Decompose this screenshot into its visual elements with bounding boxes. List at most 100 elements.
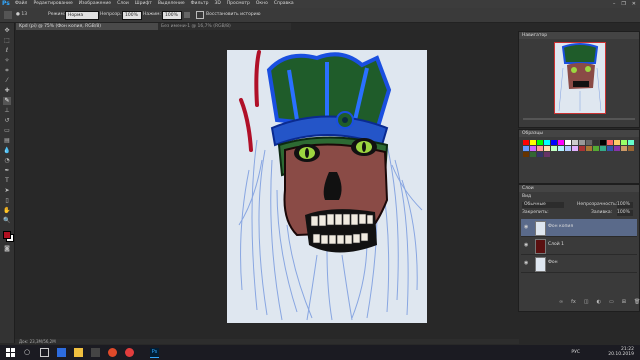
adjustment-layer-icon[interactable]: ◐ (597, 299, 601, 305)
language-indicator[interactable]: РУС (571, 350, 580, 355)
menu-item[interactable]: Просмотр (227, 0, 250, 8)
menu-item[interactable]: Изображение (79, 0, 111, 8)
firefox-icon[interactable] (108, 348, 117, 357)
color-swatch[interactable] (551, 140, 557, 145)
menu-item[interactable]: Слои (117, 0, 129, 8)
flow-field[interactable]: 100% (162, 11, 182, 20)
hand-tool-icon[interactable]: ✋ (3, 207, 11, 215)
color-swatch[interactable] (544, 152, 550, 157)
color-swatch[interactable] (530, 152, 536, 157)
color-swatch[interactable] (628, 140, 634, 145)
layer-opacity-field[interactable]: 100% (617, 202, 633, 208)
marquee-tool-icon[interactable]: ⬚ (3, 37, 11, 45)
brush-tool-icon[interactable]: ✎ (3, 97, 11, 105)
color-swatch[interactable] (607, 140, 613, 145)
eraser-tool-icon[interactable]: ▭ (3, 127, 11, 135)
dodge-tool-icon[interactable]: ◔ (3, 157, 11, 165)
color-swatch[interactable] (523, 146, 529, 151)
color-swatch[interactable] (614, 146, 620, 151)
new-layer-icon[interactable]: ⊞ (622, 299, 626, 305)
color-swatch[interactable] (621, 140, 627, 145)
add-mask-icon[interactable]: ◫ (584, 299, 589, 305)
color-swatch[interactable] (537, 152, 543, 157)
visibility-eye-icon[interactable]: ◉ (524, 243, 529, 248)
menu-item[interactable]: Файл (15, 0, 27, 8)
stamp-tool-icon[interactable]: ⊥ (3, 107, 11, 115)
color-swatch[interactable] (579, 146, 585, 151)
maximize-button[interactable]: ❐ (621, 0, 625, 8)
foreground-color-swatch[interactable] (3, 231, 11, 239)
color-swatch[interactable] (600, 140, 606, 145)
visibility-eye-icon[interactable]: ◉ (524, 261, 529, 266)
color-swatch[interactable] (565, 140, 571, 145)
document-tab-active[interactable]: Kpd (pi) @ 75% (Фон копия, RGB/8) (16, 23, 159, 30)
healing-tool-icon[interactable]: ✚ (3, 87, 11, 95)
color-swatch[interactable] (586, 146, 592, 151)
tool-preset-icon[interactable] (4, 11, 12, 19)
layer-row[interactable]: ◉ Фон (521, 255, 637, 273)
search-icon[interactable]: ○ (24, 348, 33, 357)
menu-item[interactable]: Выделение (158, 0, 185, 8)
type-tool-icon[interactable]: T (3, 177, 11, 185)
path-select-tool-icon[interactable]: ➤ (3, 187, 11, 195)
pen-tool-icon[interactable]: ✒ (3, 167, 11, 175)
layer-style-icon[interactable]: fx (571, 299, 576, 305)
start-button-icon[interactable] (6, 348, 15, 357)
zoom-slider[interactable] (523, 118, 635, 120)
quick-mask-icon[interactable]: ◙ (3, 245, 11, 253)
color-swatch[interactable] (558, 140, 564, 145)
close-button[interactable]: ✕ (632, 0, 636, 8)
airbrush-toggle-icon[interactable] (184, 12, 190, 18)
move-tool-icon[interactable]: ✥ (3, 27, 11, 35)
delete-layer-icon[interactable]: 🗑 (634, 299, 640, 305)
lasso-tool-icon[interactable]: ℓ (3, 47, 11, 55)
store-icon[interactable] (91, 348, 100, 357)
mode-select[interactable]: Норма (65, 11, 99, 20)
color-swatch[interactable] (558, 146, 564, 151)
fill-field[interactable]: 100% (617, 210, 633, 216)
color-swatch[interactable] (628, 146, 634, 151)
menu-item[interactable]: Фильтр (191, 0, 209, 8)
color-swatch[interactable] (523, 152, 529, 157)
link-layers-icon[interactable]: ∞ (559, 299, 563, 305)
file-explorer-icon[interactable] (74, 348, 83, 357)
color-swatch[interactable] (572, 140, 578, 145)
menu-item[interactable]: Редактирование (33, 0, 72, 8)
color-swatch[interactable] (537, 146, 543, 151)
task-view-icon[interactable] (40, 348, 49, 357)
edge-icon[interactable] (57, 348, 66, 357)
document-tab-inactive[interactable]: Без имени-1 @ 16,7% (RGB/8) (158, 23, 291, 30)
document-canvas[interactable] (227, 50, 427, 323)
menu-item[interactable]: 3D (214, 0, 220, 8)
media-player-icon[interactable] (125, 348, 134, 357)
color-swatch[interactable] (621, 146, 627, 151)
navigator-preview[interactable] (554, 42, 606, 114)
shape-tool-icon[interactable]: ▯ (3, 197, 11, 205)
system-clock[interactable]: 21:22 20.10.2019 (604, 347, 634, 357)
layer-row[interactable]: ◉ Слой 1 (521, 237, 637, 255)
visibility-eye-icon[interactable]: ◉ (524, 225, 529, 230)
color-swatch[interactable] (544, 140, 550, 145)
blend-mode-select[interactable]: Обычные (522, 202, 564, 208)
history-checkbox[interactable] (196, 11, 204, 19)
minimize-button[interactable]: – (613, 0, 616, 8)
history-brush-tool-icon[interactable]: ↺ (3, 117, 11, 125)
photoshop-taskbar-icon[interactable]: Ps (150, 348, 159, 358)
layers-filter[interactable]: Вид (522, 194, 531, 200)
eyedropper-tool-icon[interactable]: ⁄ (3, 77, 11, 85)
color-swatch[interactable] (523, 140, 529, 145)
opacity-field[interactable]: 100% (122, 11, 142, 20)
new-group-icon[interactable]: ▭ (609, 299, 614, 305)
color-swatch[interactable] (593, 140, 599, 145)
color-swatch[interactable] (614, 140, 620, 145)
color-swatch[interactable] (593, 146, 599, 151)
color-swatch[interactable] (579, 140, 585, 145)
menu-item[interactable]: Окно (256, 0, 268, 8)
layer-row[interactable]: ◉ Фон копия (521, 219, 637, 237)
crop-tool-icon[interactable]: ⌗ (3, 67, 11, 75)
color-swatch[interactable] (537, 140, 543, 145)
color-swatch[interactable] (544, 146, 550, 151)
color-swatch[interactable] (530, 140, 536, 145)
brush-size-icon[interactable]: ● 13 (16, 11, 27, 19)
color-swatch[interactable] (586, 140, 592, 145)
